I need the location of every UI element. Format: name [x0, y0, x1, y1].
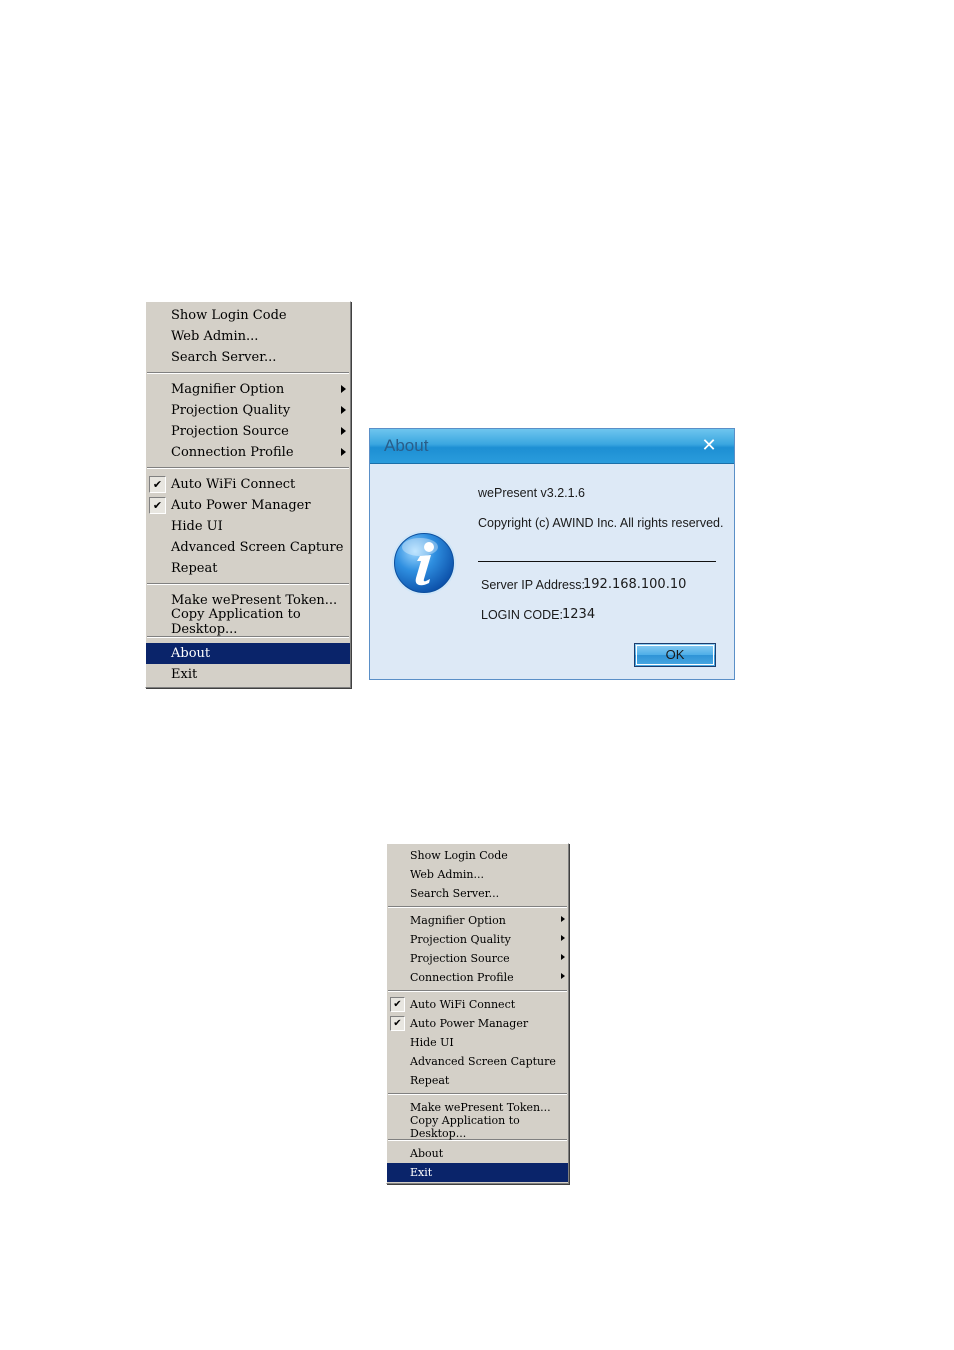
submenu-arrow-icon	[561, 935, 565, 941]
dialog-title: About	[384, 436, 429, 455]
menu-item-copy-application-to-desktop[interactable]: Copy Application to Desktop...	[146, 607, 350, 637]
context-menu-about-selected: Show Login Code Web Admin... Search Server…	[145, 301, 351, 688]
close-icon[interactable]: ✕	[699, 436, 719, 456]
menu-item-repeat[interactable]: Repeat	[387, 1071, 568, 1090]
menu-item-projection-source[interactable]: Projection Source	[146, 421, 350, 442]
menu-item-label: Advanced Screen Capture	[410, 1055, 556, 1068]
menu-item-label: Magnifier Option	[171, 382, 285, 397]
menu-item-label: Auto WiFi Connect	[171, 477, 296, 492]
menu-item-exit[interactable]: Exit	[387, 1163, 568, 1182]
submenu-arrow-icon	[561, 973, 565, 979]
menu-item-copy-application-to-desktop[interactable]: Copy Application to Desktop...	[387, 1114, 568, 1140]
menu-item-label: Projection Quality	[410, 933, 511, 946]
submenu-arrow-icon	[341, 385, 346, 393]
menu-item-label: Projection Source	[410, 952, 510, 965]
menu-item-label: Advanced Screen Capture	[171, 540, 344, 555]
menu-item-web-admin[interactable]: Web Admin...	[387, 865, 568, 884]
copyright-text: Copyright (c) AWIND Inc. All rights rese…	[478, 516, 724, 530]
menu-item-exit[interactable]: Exit	[146, 664, 350, 685]
menu-item-label: Projection Quality	[171, 403, 291, 418]
menu-item-search-server[interactable]: Search Server...	[387, 884, 568, 903]
menu-item-label: Search Server...	[410, 887, 500, 900]
submenu-arrow-icon	[561, 916, 565, 922]
menu-item-label: Show Login Code	[171, 308, 287, 323]
menu-item-label: Copy Application to Desktop...	[410, 1113, 520, 1140]
menu-separator	[147, 467, 349, 469]
submenu-arrow-icon	[341, 406, 346, 414]
menu-separator	[388, 906, 567, 908]
login-code-value: 1234	[562, 607, 596, 622]
menu-item-magnifier-option[interactable]: Magnifier Option	[387, 911, 568, 930]
menu-item-connection-profile[interactable]: Connection Profile	[387, 968, 568, 987]
info-icon	[392, 531, 456, 595]
about-dialog: About ✕ wePresent v3.2.1.6 Copyright (c)…	[369, 428, 735, 680]
menu-item-auto-power-manager[interactable]: ✔ Auto Power Manager	[146, 495, 350, 516]
divider	[478, 561, 716, 562]
menu-item-label: Search Server...	[171, 350, 277, 365]
menu-item-label: Repeat	[410, 1074, 450, 1087]
menu-item-advanced-screen-capture[interactable]: Advanced Screen Capture	[146, 537, 350, 558]
submenu-arrow-icon	[341, 448, 346, 456]
menu-item-show-login-code[interactable]: Show Login Code	[387, 846, 568, 865]
version-text: wePresent v3.2.1.6	[478, 486, 586, 500]
checkmark-icon: ✔	[149, 476, 166, 493]
menu-item-label: Web Admin...	[171, 329, 259, 344]
menu-item-about[interactable]: About	[146, 643, 350, 664]
menu-item-label: Auto WiFi Connect	[410, 998, 516, 1011]
checkmark-icon: ✔	[390, 1016, 405, 1031]
menu-item-label: Connection Profile	[171, 445, 294, 460]
menu-separator	[388, 1093, 567, 1095]
checkmark-icon: ✔	[149, 497, 166, 514]
login-code-label: LOGIN CODE:	[481, 608, 563, 622]
menu-item-projection-quality[interactable]: Projection Quality	[387, 930, 568, 949]
menu-item-repeat[interactable]: Repeat	[146, 558, 350, 579]
menu-item-projection-source[interactable]: Projection Source	[387, 949, 568, 968]
menu-item-label: Repeat	[171, 561, 218, 576]
menu-item-web-admin[interactable]: Web Admin...	[146, 326, 350, 347]
menu-item-label: Exit	[171, 667, 198, 682]
server-ip-value: 192.168.100.10	[583, 577, 687, 592]
submenu-arrow-icon	[561, 954, 565, 960]
menu-item-label: Connection Profile	[410, 971, 514, 984]
menu-item-hide-ui[interactable]: Hide UI	[387, 1033, 568, 1052]
ok-button[interactable]: OK	[634, 643, 716, 667]
menu-item-label: Web Admin...	[410, 868, 484, 881]
dialog-titlebar[interactable]: About ✕	[370, 429, 734, 464]
menu-item-label: Magnifier Option	[410, 914, 506, 927]
menu-item-label: Auto Power Manager	[410, 1017, 529, 1030]
menu-separator	[147, 583, 349, 585]
menu-item-label: About	[171, 646, 211, 661]
menu-item-label: Projection Source	[171, 424, 289, 439]
menu-item-label: About	[410, 1147, 444, 1160]
menu-separator	[388, 990, 567, 992]
menu-item-projection-quality[interactable]: Projection Quality	[146, 400, 350, 421]
menu-item-hide-ui[interactable]: Hide UI	[146, 516, 350, 537]
menu-item-magnifier-option[interactable]: Magnifier Option	[146, 379, 350, 400]
submenu-arrow-icon	[341, 427, 346, 435]
menu-item-auto-wifi-connect[interactable]: ✔ Auto WiFi Connect	[387, 995, 568, 1014]
menu-item-auto-power-manager[interactable]: ✔ Auto Power Manager	[387, 1014, 568, 1033]
menu-separator	[147, 372, 349, 374]
menu-item-label: Exit	[410, 1166, 433, 1179]
menu-item-label: Show Login Code	[410, 849, 508, 862]
menu-item-search-server[interactable]: Search Server...	[146, 347, 350, 368]
menu-item-label: Copy Application to Desktop...	[171, 606, 301, 637]
context-menu-exit-selected: Show Login Code Web Admin... Search Server…	[386, 843, 569, 1184]
menu-item-advanced-screen-capture[interactable]: Advanced Screen Capture	[387, 1052, 568, 1071]
server-ip-label: Server IP Address:	[481, 578, 585, 592]
menu-item-auto-wifi-connect[interactable]: ✔ Auto WiFi Connect	[146, 474, 350, 495]
menu-item-label: Hide UI	[171, 519, 223, 534]
menu-item-about[interactable]: About	[387, 1144, 568, 1163]
menu-item-show-login-code[interactable]: Show Login Code	[146, 305, 350, 326]
menu-item-connection-profile[interactable]: Connection Profile	[146, 442, 350, 463]
menu-item-label: Hide UI	[410, 1036, 454, 1049]
menu-item-label: Auto Power Manager	[171, 498, 311, 513]
checkmark-icon: ✔	[390, 997, 405, 1012]
menu-item-label: Make wePresent Token...	[410, 1101, 551, 1114]
